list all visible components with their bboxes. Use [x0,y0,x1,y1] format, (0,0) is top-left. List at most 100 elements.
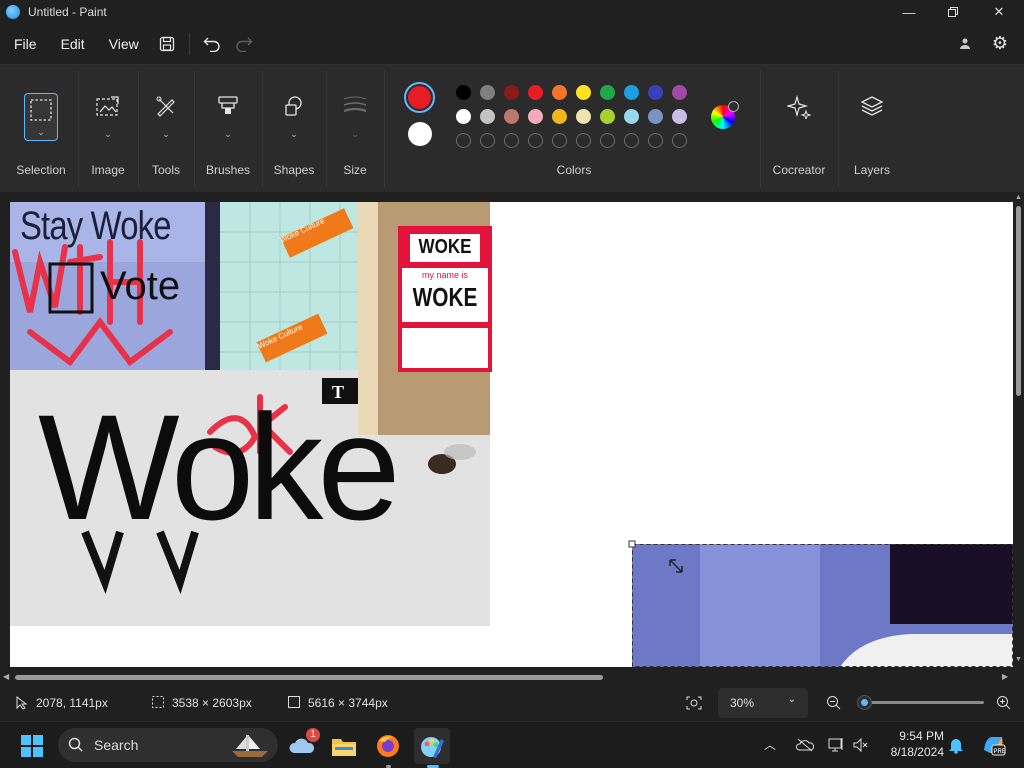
minimize-button[interactable]: — [886,0,932,24]
zoom-dropdown[interactable]: 30% ⌄ [718,688,808,718]
color-swatch[interactable] [624,85,639,100]
weather-widget[interactable]: 1 [284,728,320,764]
color-swatch[interactable] [552,109,567,124]
network-icon[interactable] [828,737,846,753]
zoom-in-icon[interactable] [996,695,1012,711]
canvas-workspace[interactable]: T Stay Woke Vote Woke Culture Woke Cultu… [0,192,1024,685]
menu-edit[interactable]: Edit [49,29,97,59]
custom-color-slot[interactable] [480,133,495,148]
custom-color-slot[interactable] [552,133,567,148]
fit-to-window-button[interactable] [684,693,704,713]
ribbon-divider [760,71,761,187]
account-button[interactable] [955,33,975,53]
color-swatch[interactable] [648,85,663,100]
color-swatch[interactable] [600,85,615,100]
chevron-down-icon: ⌄ [351,129,359,139]
settings-button[interactable]: ⚙ [988,31,1012,55]
cursor-position: 2078, 1141px [36,696,108,710]
scroll-right-icon[interactable]: ▶ [1002,672,1008,681]
custom-color-slot[interactable] [456,133,471,148]
image-tool[interactable]: ⌄ Image [80,65,136,193]
scroll-down-icon[interactable]: ▼ [1015,656,1022,663]
color-swatch[interactable] [480,85,495,100]
custom-color-slot[interactable] [576,133,591,148]
pre-badge-text: PRE [994,749,1006,755]
color-swatch[interactable] [576,109,591,124]
scroll-up-icon[interactable]: ▲ [1015,194,1022,201]
vertical-scroll-thumb[interactable] [1016,206,1021,396]
search-box[interactable]: Search [58,728,278,762]
drawing-canvas[interactable]: T Stay Woke Vote Woke Culture Woke Cultu… [10,202,1013,667]
layers-button[interactable]: Layers [842,65,902,193]
horizontal-scroll-thumb[interactable] [15,675,603,680]
restore-button[interactable] [930,0,976,24]
custom-color-slot[interactable] [648,133,663,148]
color-swatch[interactable] [552,85,567,100]
taskbar: Search 1 ︿ 9:54 PM 8/18/2024 PRE [0,721,1024,768]
color-swatch[interactable] [456,109,471,124]
start-button[interactable] [14,728,50,764]
save-button[interactable] [151,29,183,59]
color-swatch[interactable] [528,109,543,124]
shapes-tool[interactable]: ⌄ Shapes [266,65,322,193]
line-size-icon [343,96,367,113]
colors-group: Colors [388,65,760,193]
chevron-down-icon: ⌄ [787,694,796,705]
secondary-color-button[interactable] [408,122,432,146]
color-swatch[interactable] [480,109,495,124]
color-swatch[interactable] [576,85,591,100]
redo-button[interactable] [228,29,260,59]
custom-color-slot[interactable] [528,133,543,148]
bell-icon[interactable] [948,736,964,754]
onedrive-offline-icon[interactable] [796,738,814,752]
file-explorer-button[interactable] [326,728,362,764]
color-swatch[interactable] [504,85,519,100]
color-swatch[interactable] [504,109,519,124]
color-swatch[interactable] [456,85,471,100]
color-swatch[interactable] [624,109,639,124]
clock-time: 9:54 PM [899,729,944,743]
zoom-slider[interactable] [858,696,984,709]
size-tool[interactable]: ⌄ Size [330,65,380,193]
ribbon-divider [194,71,195,187]
edit-colors-button[interactable] [711,101,739,129]
custom-color-slot[interactable] [672,133,687,148]
scroll-left-icon[interactable]: ◀ [3,672,9,681]
shapes-icon [285,96,302,116]
firefox-button[interactable] [370,728,406,768]
tools-tool[interactable]: ⌄ Tools [140,65,192,193]
copilot-icon[interactable]: PRE [980,732,1006,758]
ribbon: ⌄ Selection ⌄ Image ⌄ Tools ⌄ Brushes ⌄ … [0,64,1024,192]
zoom-value: 30% [730,696,755,710]
volume-muted-icon[interactable] [852,737,870,753]
brushes-tool[interactable]: ⌄ Brushes [198,65,258,193]
selection-tool[interactable]: ⌄ Selection [10,65,72,193]
close-button[interactable]: ✕ [976,0,1022,24]
color-swatch[interactable] [672,109,687,124]
color-swatch[interactable] [600,109,615,124]
clock[interactable]: 9:54 PM 8/18/2024 [874,728,944,760]
canvas-size-icon [288,696,300,708]
custom-color-slot[interactable] [600,133,615,148]
cocreator-button[interactable]: Cocreator [764,65,834,193]
color-swatch[interactable] [672,85,687,100]
badge-woke-bottom: WOKE [412,282,478,312]
menu-view[interactable]: View [97,29,151,59]
undo-button[interactable] [196,29,228,59]
title-bar: Untitled - Paint — ✕ [0,0,1024,24]
show-hidden-icons-button[interactable]: ︿ [764,736,776,753]
paint-taskbar-button[interactable] [414,728,450,768]
vertical-scrollbar[interactable]: ▲ ▼ [1013,192,1024,669]
custom-color-slot[interactable] [504,133,519,148]
primary-color-button[interactable] [404,82,435,113]
custom-color-slot[interactable] [624,133,639,148]
zoom-out-icon[interactable] [826,695,842,711]
ribbon-divider [384,71,385,187]
size-label: Size [343,163,367,177]
selection-handle[interactable] [628,540,636,548]
color-swatch[interactable] [648,109,663,124]
color-swatch[interactable] [528,85,543,100]
menu-file[interactable]: File [2,29,49,59]
zoom-slider-thumb[interactable] [858,696,872,709]
horizontal-scrollbar[interactable]: ◀ ▶ [0,669,1024,685]
